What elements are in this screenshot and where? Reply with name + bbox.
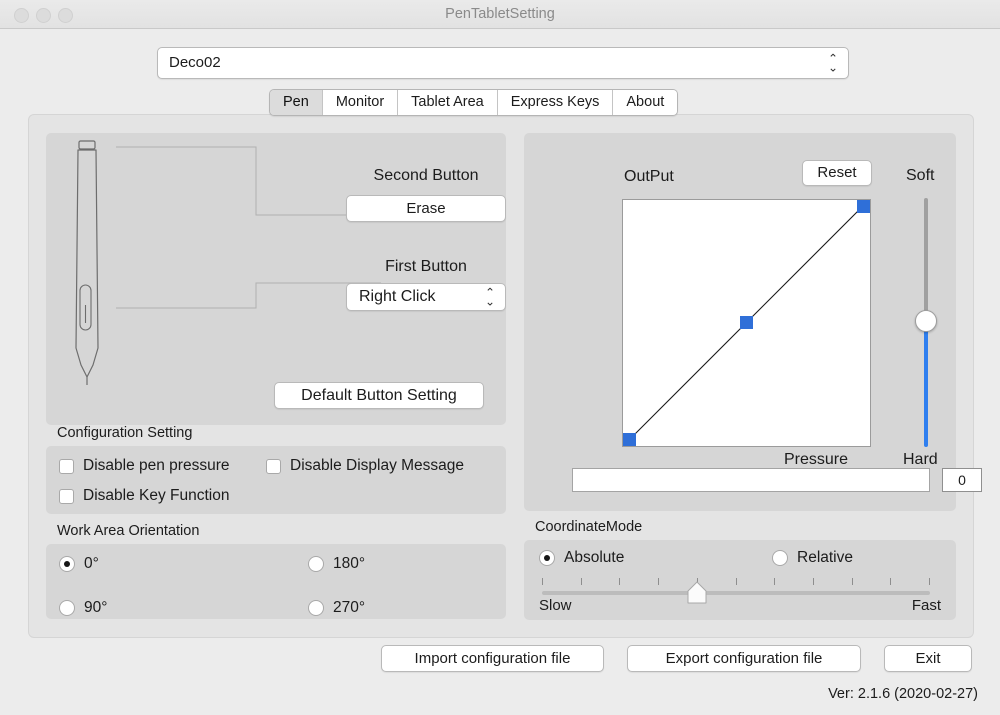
checkbox-icon[interactable]	[266, 458, 281, 474]
tab-monitor[interactable]: Monitor	[322, 90, 399, 115]
checkbox-disable-pen-pressure[interactable]: Disable pen pressure	[59, 457, 229, 475]
soft-label: Soft	[906, 167, 935, 184]
chevron-updown-icon: ⌃ ⌄	[484, 287, 495, 308]
speed-tick	[929, 578, 930, 585]
speed-slider-track[interactable]	[542, 591, 930, 595]
speed-tick	[658, 578, 659, 585]
speed-tick	[852, 578, 853, 585]
tab-about[interactable]: About	[613, 90, 678, 115]
speed-tick	[736, 578, 737, 585]
softness-slider-track-upper[interactable]	[924, 198, 928, 320]
pen-button-group: Second Button Erase First Button Right C…	[46, 133, 506, 425]
radio-icon[interactable]	[59, 600, 75, 616]
checkbox-disable-display-message[interactable]: Disable Display Message	[266, 457, 464, 475]
work-area-orientation-group: 0° 180° 90° 270°	[46, 544, 506, 619]
radio-orientation-180[interactable]: 180°	[308, 555, 365, 573]
default-button-setting-button[interactable]: Default Button Setting	[274, 382, 484, 409]
softness-slider-track-lower[interactable]	[924, 329, 928, 447]
version-text: Ver: 2.1.6 (2020-02-27)	[828, 686, 978, 702]
radio-icon[interactable]	[539, 550, 555, 566]
curve-handle-start[interactable]	[623, 433, 636, 446]
radio-absolute[interactable]: Absolute	[539, 549, 624, 567]
checkbox-label: Disable Key Function	[83, 487, 230, 504]
exit-button[interactable]: Exit	[884, 645, 972, 672]
speed-slider-knob[interactable]	[686, 581, 708, 605]
tab-express-keys[interactable]: Express Keys	[497, 90, 614, 115]
radio-label: 180°	[333, 555, 366, 572]
speed-tick	[890, 578, 891, 585]
pen-tablet-setting-window: PenTabletSetting Deco02 ⌃ ⌄ Pen Monitor …	[0, 0, 1000, 715]
radio-icon[interactable]	[308, 556, 324, 572]
speed-slider-ticks	[542, 578, 930, 586]
radio-label: 0°	[84, 555, 99, 572]
first-button-value: Right Click	[359, 288, 436, 305]
device-selector[interactable]: Deco02 ⌃ ⌄	[157, 47, 849, 79]
softness-slider-knob[interactable]	[915, 310, 937, 332]
hard-label: Hard	[903, 451, 938, 468]
radio-label: 270°	[333, 599, 366, 616]
output-axis-label: OutPut	[624, 168, 674, 185]
import-configuration-button[interactable]: Import configuration file	[381, 645, 604, 672]
second-button-label: Second Button	[373, 167, 479, 184]
curve-handle-end[interactable]	[857, 200, 870, 213]
pressure-axis-label: Pressure	[784, 451, 849, 468]
pen-tab-content: Second Button Erase First Button Right C…	[28, 114, 982, 638]
curve-handle-mid[interactable]	[740, 316, 753, 329]
speed-tick	[581, 578, 582, 585]
radio-orientation-270[interactable]: 270°	[308, 599, 365, 617]
checkbox-icon[interactable]	[59, 488, 74, 504]
tab-tablet-area[interactable]: Tablet Area	[398, 90, 498, 115]
work-area-orientation-title: Work Area Orientation	[57, 523, 200, 539]
pressure-level-bar	[572, 468, 930, 492]
second-button-action[interactable]: Erase	[346, 195, 506, 222]
speed-tick	[774, 578, 775, 585]
radio-label: Absolute	[564, 549, 625, 566]
speed-tick	[813, 578, 814, 585]
slow-label: Slow	[539, 597, 572, 614]
tab-pen[interactable]: Pen	[270, 90, 323, 115]
pressure-curve-chart[interactable]	[622, 199, 871, 447]
pressure-curve-group: OutPut Reset Soft Pressure Hard 0	[524, 133, 982, 511]
radio-label: 90°	[84, 599, 108, 616]
speed-tick	[542, 578, 543, 585]
chevron-updown-icon: ⌃ ⌄	[827, 53, 838, 74]
speed-knob-shape	[687, 581, 707, 604]
window-titlebar: PenTabletSetting	[0, 0, 1000, 29]
window-title: PenTabletSetting	[445, 6, 555, 22]
coordinate-mode-group: Absolute Relative Slow Fast	[524, 540, 956, 620]
tab-bar: Pen Monitor Tablet Area Express Keys Abo…	[269, 89, 679, 116]
checkbox-label: Disable Display Message	[290, 457, 465, 474]
export-configuration-button[interactable]: Export configuration file	[627, 645, 861, 672]
device-selector-value: Deco02	[169, 54, 221, 71]
chevron-down-icon: ⌄	[484, 294, 495, 308]
reset-button[interactable]: Reset	[802, 160, 872, 186]
radio-orientation-90[interactable]: 90°	[59, 599, 107, 617]
configuration-setting-title: Configuration Setting	[57, 425, 193, 441]
radio-relative[interactable]: Relative	[772, 549, 853, 567]
radio-icon[interactable]	[59, 556, 75, 572]
configuration-setting-group: Disable pen pressure Disable Display Mes…	[46, 446, 506, 514]
checkbox-label: Disable pen pressure	[83, 457, 230, 474]
chevron-down-icon: ⌄	[827, 60, 838, 74]
first-button-select[interactable]: Right Click ⌃ ⌄	[346, 283, 506, 311]
first-button-label: First Button	[385, 258, 467, 275]
radio-orientation-0[interactable]: 0°	[59, 555, 99, 573]
radio-icon[interactable]	[772, 550, 788, 566]
fast-label: Fast	[911, 597, 941, 614]
pressure-level-value[interactable]: 0	[942, 468, 982, 492]
radio-label: Relative	[797, 549, 853, 566]
checkbox-icon[interactable]	[59, 458, 74, 474]
coordinate-mode-title: CoordinateMode	[535, 519, 643, 535]
checkbox-disable-key-function[interactable]: Disable Key Function	[59, 487, 229, 505]
radio-icon[interactable]	[308, 600, 324, 616]
speed-tick	[619, 578, 620, 585]
